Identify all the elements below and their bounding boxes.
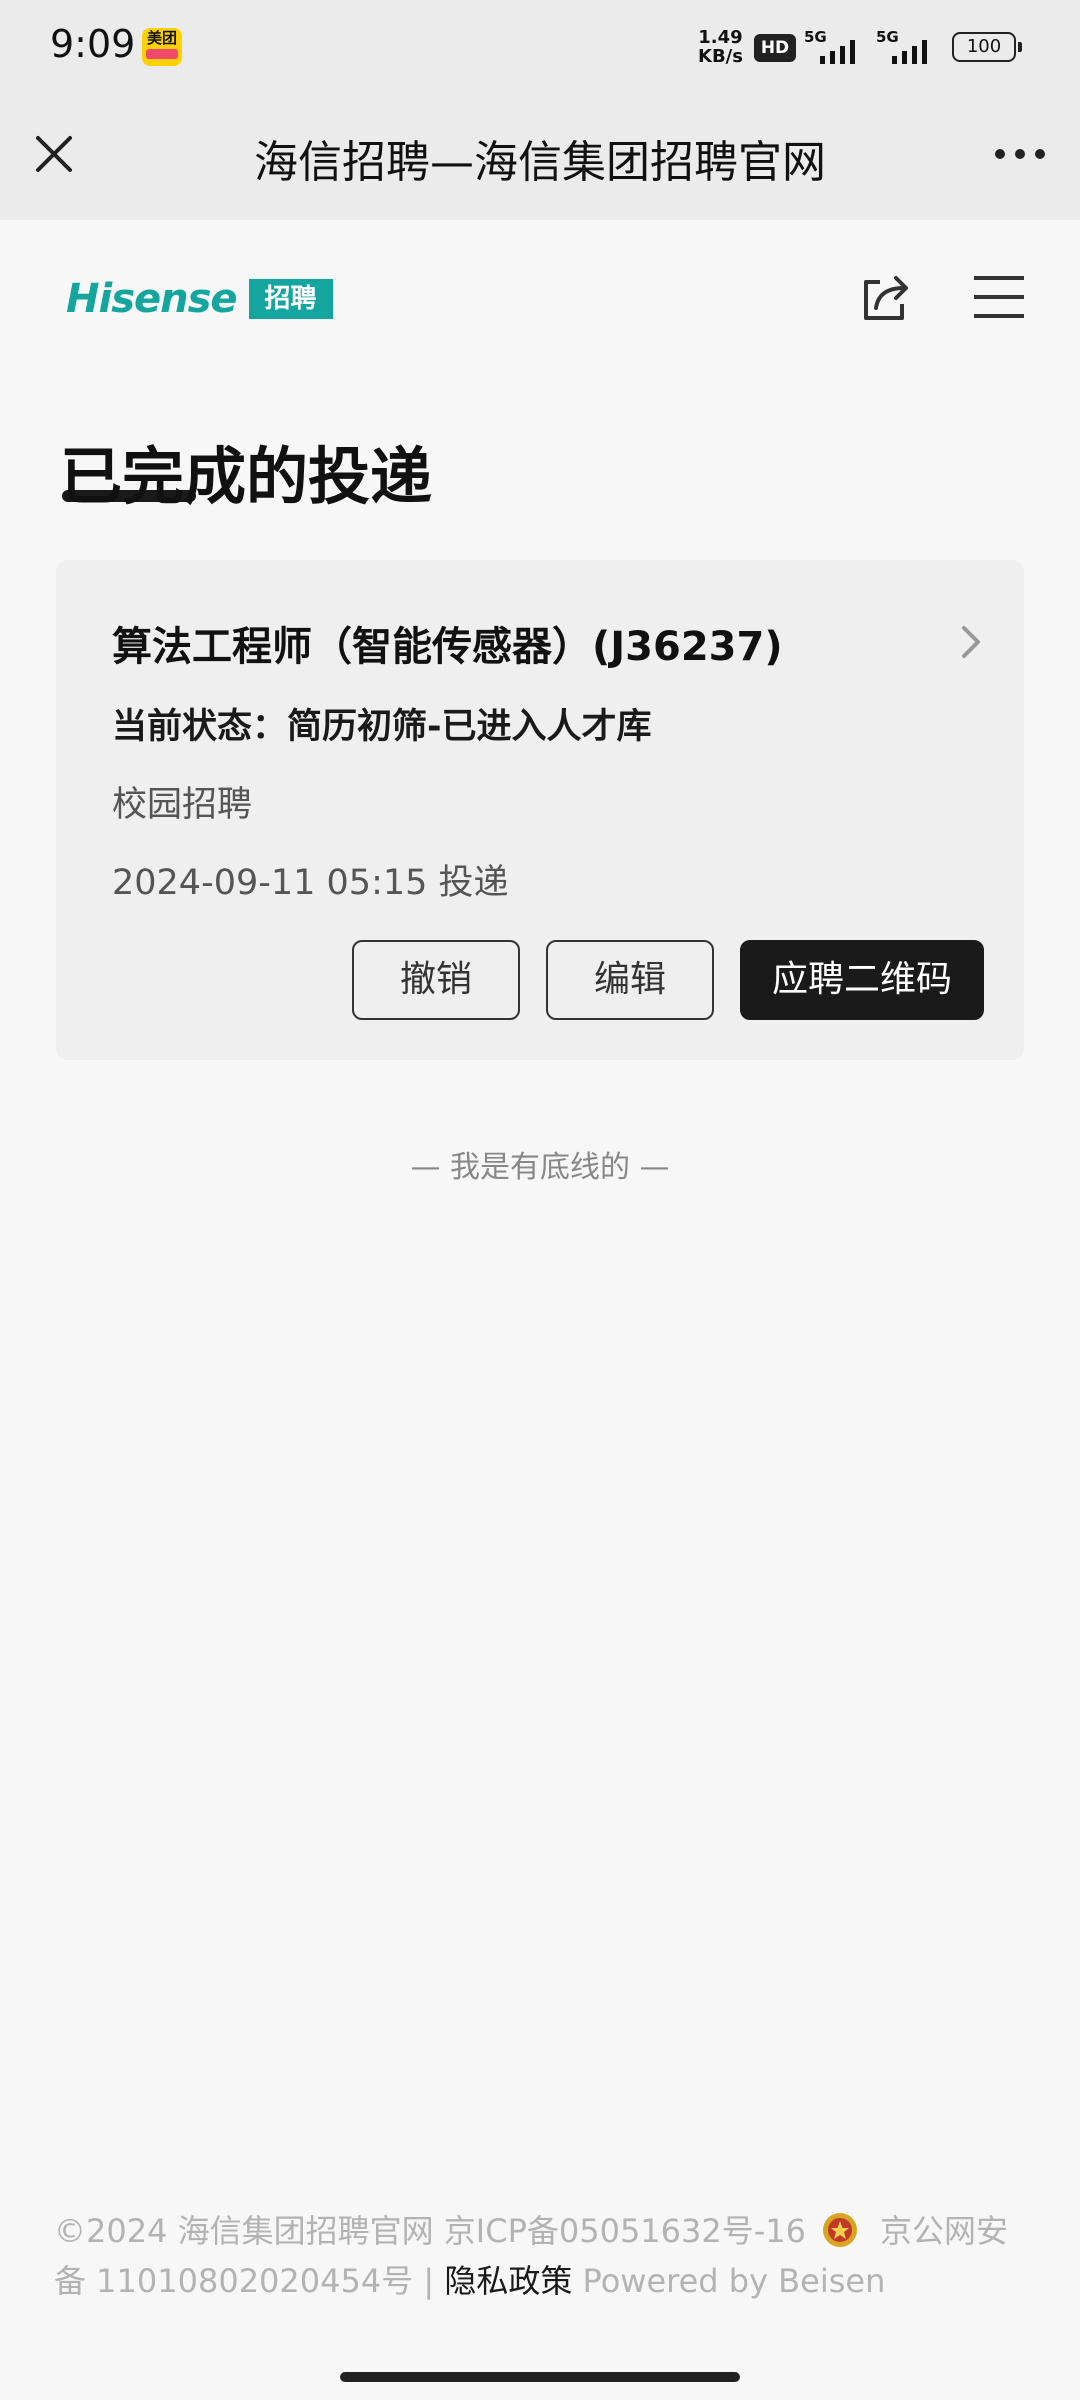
application-card[interactable]: 算法工程师（智能传感器）(J36237) 当前状态：简历初筛-已进入人才库 校园… [56,560,1024,1060]
police-record-number: 备 11010802020454号 | [54,2262,445,2300]
share-icon[interactable] [858,270,914,326]
application-qr-button[interactable]: 应聘二维码 [740,940,984,1020]
end-of-list-text: — 我是有底线的 — [410,1150,670,1185]
police-badge-icon [823,2213,858,2247]
page-heading: 已完成的投递 [60,440,433,513]
page-title-bar: 海信招聘—海信集团招聘官网 [254,137,826,188]
meituan-app-label: 美团 [146,29,177,47]
hd-badge: HD [754,34,796,62]
browser-nav-bar: 海信招聘—海信集团招聘官网 [0,96,1080,220]
application-status: 当前状态：简历初筛-已进入人才库 [112,707,652,747]
status-time: 9:09 [50,22,136,66]
battery-icon: 100 [952,32,1022,62]
hisense-logo[interactable]: Hisense 招聘 [66,276,333,322]
network-speed: 1.49 KB/s [698,28,743,66]
job-title: 算法工程师（智能传感器）(J36237) [112,624,783,670]
copyright-text: ©2024 海信集团招聘官网 京ICP备05051632号-16 [54,2212,807,2250]
logo-text: Hisense [66,276,238,322]
status-bar: 9:09 美团 1.49 KB/s HD 5G 5G 100 [0,0,1080,96]
site-header: Hisense 招聘 [0,220,1080,360]
submit-time: 2024-09-11 05:15 投递 [112,863,509,903]
powered-by-text: Powered by Beisen [572,2262,886,2300]
police-record-label: 京公网安 [880,2212,1009,2250]
menu-icon[interactable] [972,272,1026,322]
edit-button[interactable]: 编辑 [546,940,714,1020]
recruit-type: 校园招聘 [112,785,253,825]
chevron-right-icon[interactable] [960,622,984,662]
privacy-policy-link[interactable]: 隐私政策 [444,2262,572,2300]
footer: ©2024 海信集团招聘官网 京ICP备05051632号-16 京公网安 备 … [54,2206,1034,2306]
withdraw-button[interactable]: 撤销 [352,940,520,1020]
meituan-app-icon: 美团 [142,28,182,66]
network-speed-unit: KB/s [698,46,743,67]
home-indicator[interactable] [340,2372,740,2382]
close-icon[interactable] [30,130,78,178]
network-speed-value: 1.49 [698,27,743,48]
more-options-icon[interactable] [990,132,1050,176]
logo-badge: 招聘 [248,279,333,319]
